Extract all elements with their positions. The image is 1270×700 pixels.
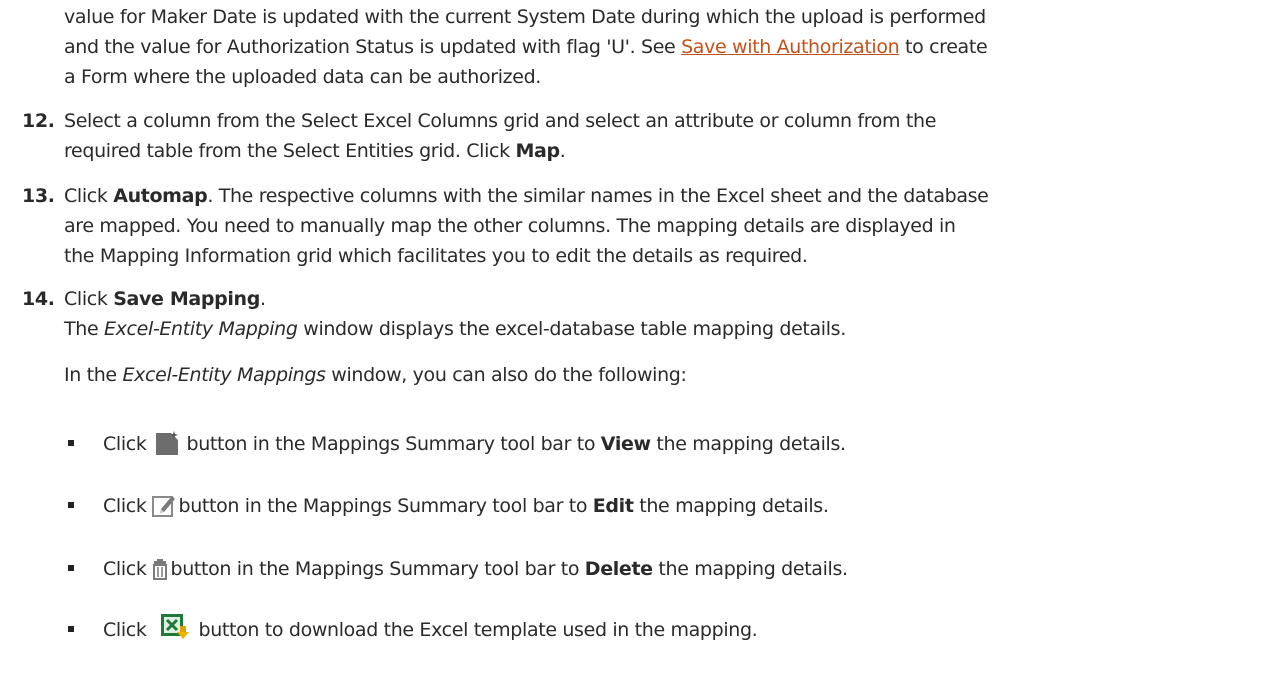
step-line: Click Automap. The respective columns wi… [64, 185, 989, 207]
intro-line-1: value for Maker Date is updated with the… [64, 6, 986, 28]
intro-line-2: and the value for Authorization Status i… [64, 36, 988, 58]
bullet-marker [68, 440, 74, 446]
step-13: 13. Click Automap. The respective column… [0, 181, 1270, 271]
step-number: 12. [22, 110, 55, 132]
step-line: Select a column from the Select Excel Co… [64, 110, 937, 132]
intro-paragraph: value for Maker Date is updated with the… [0, 2, 1270, 92]
delete-icon[interactable] [151, 559, 169, 591]
edit-icon[interactable] [151, 492, 177, 528]
step-line: are mapped. You need to manually map the… [64, 215, 956, 237]
view-icon[interactable] [155, 430, 181, 466]
step-line: The Excel-Entity Mapping window displays… [64, 318, 846, 340]
intro-line-3: a Form where the uploaded data can be au… [64, 66, 541, 88]
bullet-marker [68, 502, 74, 508]
step-line: required table from the Select Entities … [64, 140, 566, 162]
excel-download-icon[interactable] [160, 614, 191, 650]
step-line: In the Excel-Entity Mappings window, you… [64, 364, 687, 386]
step-number: 14. [22, 288, 55, 310]
step-14: 14. Click Save Mapping. The Excel-Entity… [0, 284, 1270, 390]
save-with-authorization-link[interactable]: Save with Authorization [681, 36, 900, 58]
bullet-marker [68, 626, 74, 632]
step-12: 12. Select a column from the Select Exce… [0, 106, 1270, 166]
document-page: value for Maker Date is updated with the… [0, 0, 1270, 700]
step-number: 13. [22, 185, 55, 207]
step-line: Click Save Mapping. [64, 288, 266, 310]
step-line: the Mapping Information grid which facil… [64, 245, 808, 267]
bullet-marker [68, 565, 74, 571]
